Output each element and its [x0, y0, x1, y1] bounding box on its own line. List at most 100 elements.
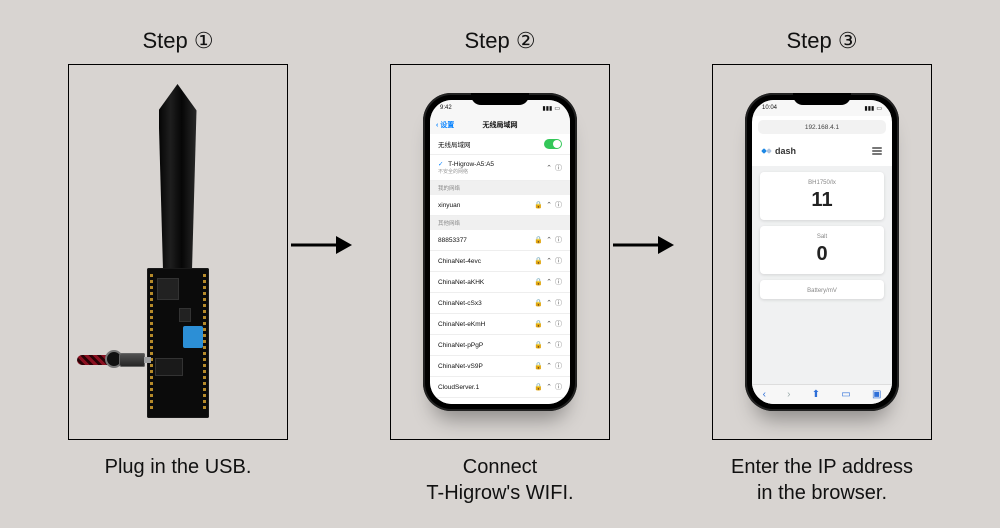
checkmark-icon: ✓: [438, 161, 443, 168]
info-icon[interactable]: ⓘ: [555, 298, 562, 308]
card-1-label: Salt: [766, 234, 878, 240]
status-icons: ▮▮▮ ▭: [864, 105, 882, 112]
step-1-panel: [68, 64, 288, 440]
dash-header: dash: [752, 138, 892, 166]
phone-browser-screen: 10:04 ▮▮▮ ▭ 192.168.4.1 dash: [752, 100, 892, 404]
status-time: 10:04: [762, 105, 777, 111]
dash-card-1: Salt 0: [760, 226, 884, 274]
info-icon[interactable]: ⓘ: [555, 163, 562, 173]
wifi-toggle-switch[interactable]: [544, 139, 562, 149]
signal-icon: ▮▮▮: [864, 105, 874, 112]
connected-note: 不安全的网络: [438, 169, 468, 175]
small-chip: [179, 308, 191, 322]
lock-icon: 🔒: [534, 299, 543, 307]
pcb-board: [147, 268, 209, 418]
step-3: Step ③ 10:04 ▮▮▮ ▭ 192.168.4.1: [702, 28, 942, 506]
gpio-pins-left: [150, 274, 153, 412]
steps-row: Step ① Plug in the USB.: [0, 0, 1000, 506]
wifi-icon: ⌃: [546, 201, 552, 209]
step-1: Step ① Plug in the USB.: [58, 28, 298, 480]
step-3-panel: 10:04 ▮▮▮ ▭ 192.168.4.1 dash: [712, 64, 932, 440]
usb-plug: [119, 353, 145, 367]
arrow-icon-1: [290, 235, 352, 255]
browser-forward-icon[interactable]: ›: [787, 389, 790, 400]
wifi-icon: ⌃: [546, 164, 552, 172]
step-1-title: Step ①: [142, 28, 213, 54]
wifi-icon: ⌃: [546, 320, 552, 328]
wifi-row-5[interactable]: ChinaNet-pPgP🔒⌃ⓘ: [430, 335, 570, 356]
info-icon[interactable]: ⓘ: [555, 403, 562, 404]
lock-icon: 🔒: [534, 236, 543, 244]
browser-bookmarks-icon[interactable]: ▭: [841, 389, 850, 400]
info-icon[interactable]: ⓘ: [555, 235, 562, 245]
menu-icon[interactable]: [872, 147, 882, 155]
browser-url-bar[interactable]: 192.168.4.1: [758, 120, 886, 134]
dash-brand-text: dash: [775, 146, 796, 156]
step-2-panel: 9:42 ▮▮▮ ▭ ‹ 设置 无线局域网 无线局域网: [390, 64, 610, 440]
wifi-row-my-0[interactable]: xinyuan 🔒⌃ⓘ: [430, 195, 570, 216]
phone-notch: [793, 93, 851, 105]
lock-icon: 🔒: [534, 383, 543, 391]
lock-icon: 🔒: [534, 341, 543, 349]
card-2-label: Battery/mV: [766, 288, 878, 294]
lock-icon: 🔒: [534, 257, 543, 265]
battery-icon: ▭: [876, 105, 882, 112]
wifi-row-7[interactable]: CloudServer.1🔒⌃ⓘ: [430, 377, 570, 398]
section-other-networks: 其他网络: [430, 216, 570, 230]
step-2-title: Step ②: [464, 28, 535, 54]
browser-back-icon[interactable]: ‹: [763, 389, 766, 400]
dht-sensor: [183, 326, 203, 348]
dash-logo-icon: [762, 146, 772, 156]
gpio-pins-right: [203, 274, 206, 412]
phone-wifi-screen: 9:42 ▮▮▮ ▭ ‹ 设置 无线局域网 无线局域网: [430, 100, 570, 404]
section-my-networks: 我的网络: [430, 181, 570, 195]
connected-ssid: T-Higrow-A5:A5: [448, 161, 494, 168]
lock-icon: 🔒: [534, 362, 543, 370]
lock-icon: 🔒: [534, 278, 543, 286]
lock-icon: 🔒: [534, 320, 543, 328]
info-icon[interactable]: ⓘ: [555, 382, 562, 392]
wifi-icon: ⌃: [546, 236, 552, 244]
browser-tabs-icon[interactable]: ▣: [872, 389, 881, 400]
browser-share-icon[interactable]: ⬆: [812, 389, 820, 400]
info-icon[interactable]: ⓘ: [555, 256, 562, 266]
card-0-value: 11: [766, 189, 878, 212]
wifi-icon: ⌃: [546, 383, 552, 391]
wifi-connected-row[interactable]: ✓ T-Higrow-A5:A5 不安全的网络 ⌃ⓘ: [430, 155, 570, 181]
step-1-caption: Plug in the USB.: [105, 454, 252, 480]
chevron-left-icon: ‹: [436, 122, 438, 129]
info-icon[interactable]: ⓘ: [555, 361, 562, 371]
info-icon[interactable]: ⓘ: [555, 277, 562, 287]
browser-toolbar: ‹ › ⬆ ▭ ▣: [752, 384, 892, 404]
info-icon[interactable]: ⓘ: [555, 340, 562, 350]
info-icon[interactable]: ⓘ: [555, 319, 562, 329]
dash-card-2: Battery/mV: [760, 280, 884, 299]
status-time: 9:42: [440, 105, 452, 111]
wifi-row-3[interactable]: ChinaNet-cSx3🔒⌃ⓘ: [430, 293, 570, 314]
step-2-caption: Connect T-Higrow's WIFI.: [426, 454, 573, 506]
soil-probe: [159, 84, 197, 272]
wifi-toggle-label: 无线局域网: [438, 139, 471, 149]
phone-wifi: 9:42 ▮▮▮ ▭ ‹ 设置 无线局域网 无线局域网: [423, 93, 577, 411]
wifi-row-1[interactable]: ChinaNet-4evc🔒⌃ⓘ: [430, 251, 570, 272]
dash-card-0: BH1750/lx 11: [760, 172, 884, 220]
wifi-icon: ⌃: [546, 362, 552, 370]
dash-page: dash BH1750/lx 11 Salt 0: [752, 138, 892, 404]
step-2: Step ② 9:42 ▮▮▮ ▭ ‹ 设置 无线局域网: [380, 28, 620, 506]
wifi-row-4[interactable]: ChinaNet-eKmH🔒⌃ⓘ: [430, 314, 570, 335]
back-button[interactable]: ‹ 设置: [436, 120, 454, 130]
wifi-icon: ⌃: [546, 278, 552, 286]
arrow-icon-2: [612, 235, 674, 255]
wifi-row-2[interactable]: ChinaNet-aKHK🔒⌃ⓘ: [430, 272, 570, 293]
wifi-toggle-row[interactable]: 无线局域网: [430, 134, 570, 155]
wifi-row-0[interactable]: 88853377🔒⌃ⓘ: [430, 230, 570, 251]
wifi-icon: ⌃: [546, 257, 552, 265]
status-icons: ▮▮▮ ▭: [542, 105, 560, 112]
url-text: 192.168.4.1: [805, 124, 839, 131]
lock-icon: 🔒: [534, 201, 543, 209]
info-icon[interactable]: ⓘ: [555, 200, 562, 210]
dash-logo: dash: [762, 146, 796, 156]
usb-device-illustration: [131, 84, 226, 424]
wifi-row-8[interactable]: delifo🔒⌃ⓘ: [430, 398, 570, 404]
wifi-row-6[interactable]: ChinaNet-vS9P🔒⌃ⓘ: [430, 356, 570, 377]
